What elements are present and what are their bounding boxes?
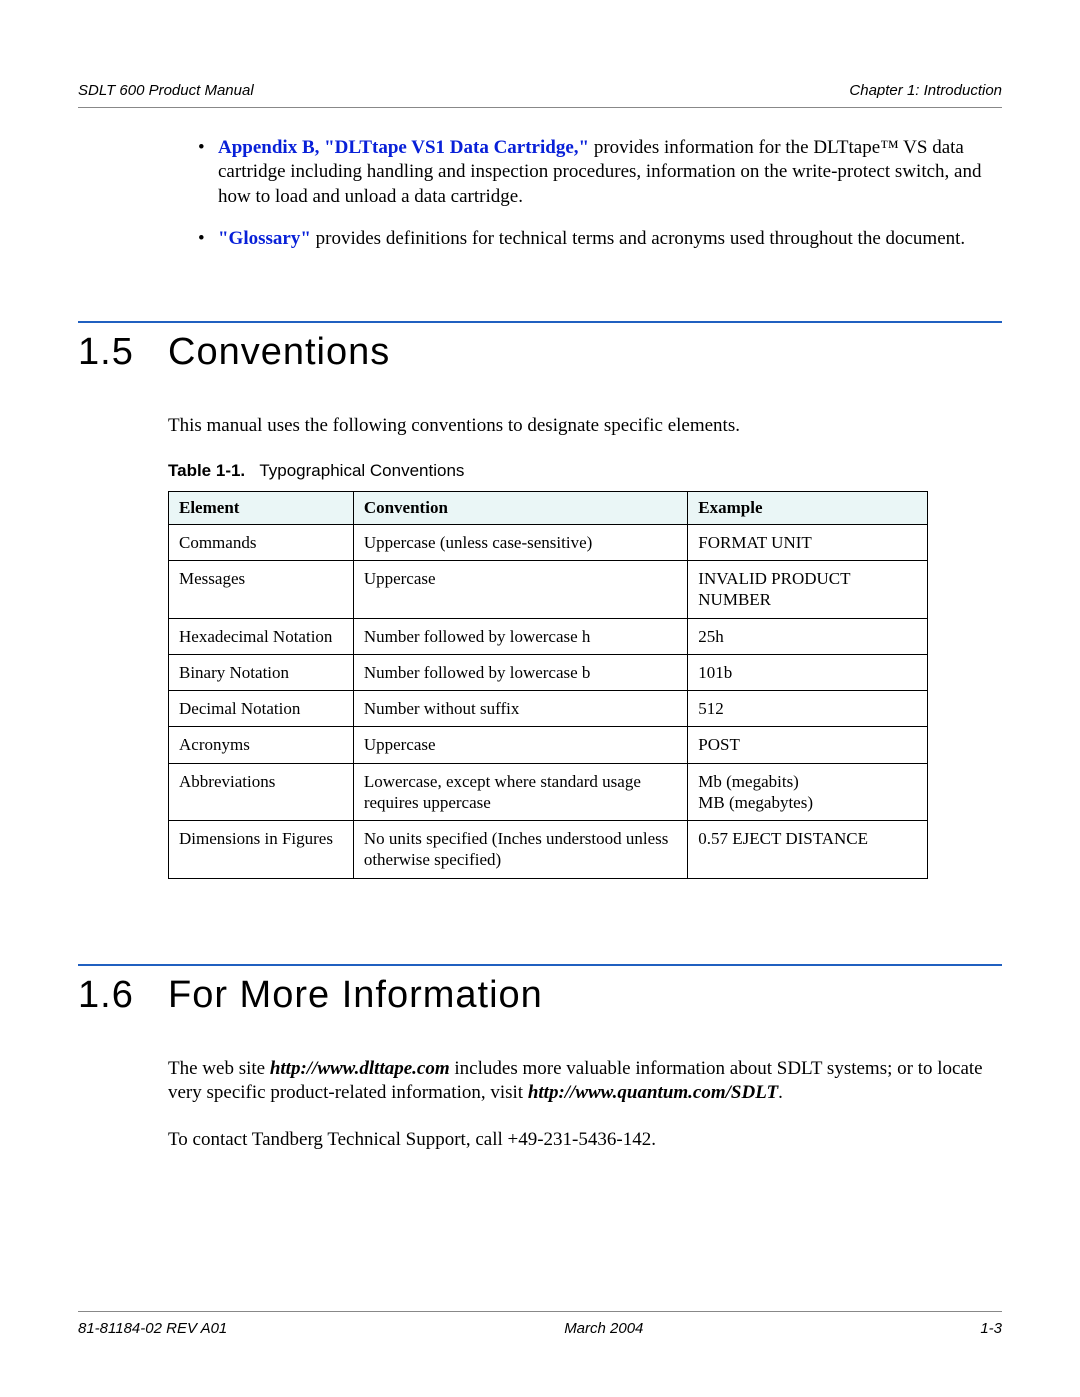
section-rule (78, 321, 1002, 323)
page-footer: 81-81184-02 REV A01 March 2004 1-3 (78, 1311, 1002, 1337)
table-cell: Binary Notation (169, 654, 354, 690)
table-cell: No units specified (Inches understood un… (353, 821, 687, 879)
table-cell: Abbreviations (169, 763, 354, 821)
table-cell: Lowercase, except where standard usage r… (353, 763, 687, 821)
table-row: CommandsUppercase (unless case-sensitive… (169, 524, 928, 560)
table-cell: Commands (169, 524, 354, 560)
section-title: Conventions (168, 331, 390, 374)
table-cell: INVALID PRODUCT NUMBER (688, 561, 928, 619)
p1-text-e: . (778, 1082, 783, 1103)
table-cell: Number followed by lowercase h (353, 618, 687, 654)
bullet-icon: • (198, 227, 218, 251)
table-label: Table 1-1. (168, 461, 245, 480)
footer-center: March 2004 (564, 1320, 643, 1337)
col-header-example: Example (688, 491, 928, 524)
page-header: SDLT 600 Product Manual Chapter 1: Intro… (78, 82, 1002, 99)
footer-left: 81-81184-02 REV A01 (78, 1320, 227, 1337)
table-row: Decimal NotationNumber without suffix512 (169, 691, 928, 727)
bullet-text: "Glossary" provides definitions for tech… (218, 227, 992, 251)
p1-text-a: The web site (168, 1058, 270, 1079)
bullet-rest: provides definitions for technical terms… (311, 228, 965, 249)
table-cell: Messages (169, 561, 354, 619)
appendix-b-link[interactable]: Appendix B, "DLTtape VS1 Data Cartridge,… (218, 137, 589, 158)
section-number: 1.6 (78, 974, 168, 1017)
table-cell: 101b (688, 654, 928, 690)
table-title: Typographical Conventions (259, 461, 464, 480)
list-item: • "Glossary" provides definitions for te… (198, 227, 992, 251)
bullet-list: • Appendix B, "DLTtape VS1 Data Cartridg… (198, 136, 992, 251)
section-title: For More Information (168, 974, 543, 1017)
table-cell: 25h (688, 618, 928, 654)
bullet-icon: • (198, 136, 218, 160)
list-item: • Appendix B, "DLTtape VS1 Data Cartridg… (198, 136, 992, 209)
section-rule (78, 964, 1002, 966)
table-cell: Acronyms (169, 727, 354, 763)
table-cell: 512 (688, 691, 928, 727)
more-info-p2: To contact Tandberg Technical Support, c… (168, 1128, 1002, 1153)
table-cell: Uppercase (353, 727, 687, 763)
header-left: SDLT 600 Product Manual (78, 82, 254, 99)
section-conventions: 1.5 Conventions This manual uses the fol… (78, 321, 1002, 878)
table-cell: Uppercase (353, 561, 687, 619)
section-more-info: 1.6 For More Information The web site ht… (78, 964, 1002, 1153)
table-cell: 0.57 EJECT DISTANCE (688, 821, 928, 879)
more-info-p1: The web site http://www.dlttape.com incl… (168, 1057, 1002, 1106)
col-header-convention: Convention (353, 491, 687, 524)
table-row: Dimensions in FiguresNo units specified … (169, 821, 928, 879)
table-cell: Mb (megabits) MB (megabytes) (688, 763, 928, 821)
table-caption: Table 1-1. Typographical Conventions (168, 461, 1002, 481)
col-header-element: Element (169, 491, 354, 524)
table-row: AbbreviationsLowercase, except where sta… (169, 763, 928, 821)
table-cell: Hexadecimal Notation (169, 618, 354, 654)
table-row: Binary NotationNumber followed by lowerc… (169, 654, 928, 690)
quantum-url[interactable]: http://www.quantum.com/SDLT (528, 1082, 778, 1103)
table-row: Hexadecimal NotationNumber followed by l… (169, 618, 928, 654)
table-cell: POST (688, 727, 928, 763)
table-cell: Decimal Notation (169, 691, 354, 727)
glossary-link[interactable]: "Glossary" (218, 228, 311, 249)
section-intro: This manual uses the following conventio… (168, 414, 1002, 439)
table-cell: Number without suffix (353, 691, 687, 727)
header-right: Chapter 1: Introduction (849, 82, 1002, 99)
section-number: 1.5 (78, 331, 168, 374)
section-heading: 1.6 For More Information (78, 974, 1002, 1017)
bullet-text: Appendix B, "DLTtape VS1 Data Cartridge,… (218, 136, 992, 209)
conventions-table: Element Convention Example CommandsUpper… (168, 491, 928, 879)
section-heading: 1.5 Conventions (78, 331, 1002, 374)
table-row: MessagesUppercaseINVALID PRODUCT NUMBER (169, 561, 928, 619)
header-rule (78, 107, 1002, 108)
table-cell: FORMAT UNIT (688, 524, 928, 560)
footer-rule (78, 1311, 1002, 1312)
table-row: AcronymsUppercasePOST (169, 727, 928, 763)
table-cell: Uppercase (unless case-sensitive) (353, 524, 687, 560)
table-cell: Number followed by lowercase b (353, 654, 687, 690)
table-cell: Dimensions in Figures (169, 821, 354, 879)
dlttape-url[interactable]: http://www.dlttape.com (270, 1058, 450, 1079)
footer-right: 1-3 (980, 1320, 1002, 1337)
